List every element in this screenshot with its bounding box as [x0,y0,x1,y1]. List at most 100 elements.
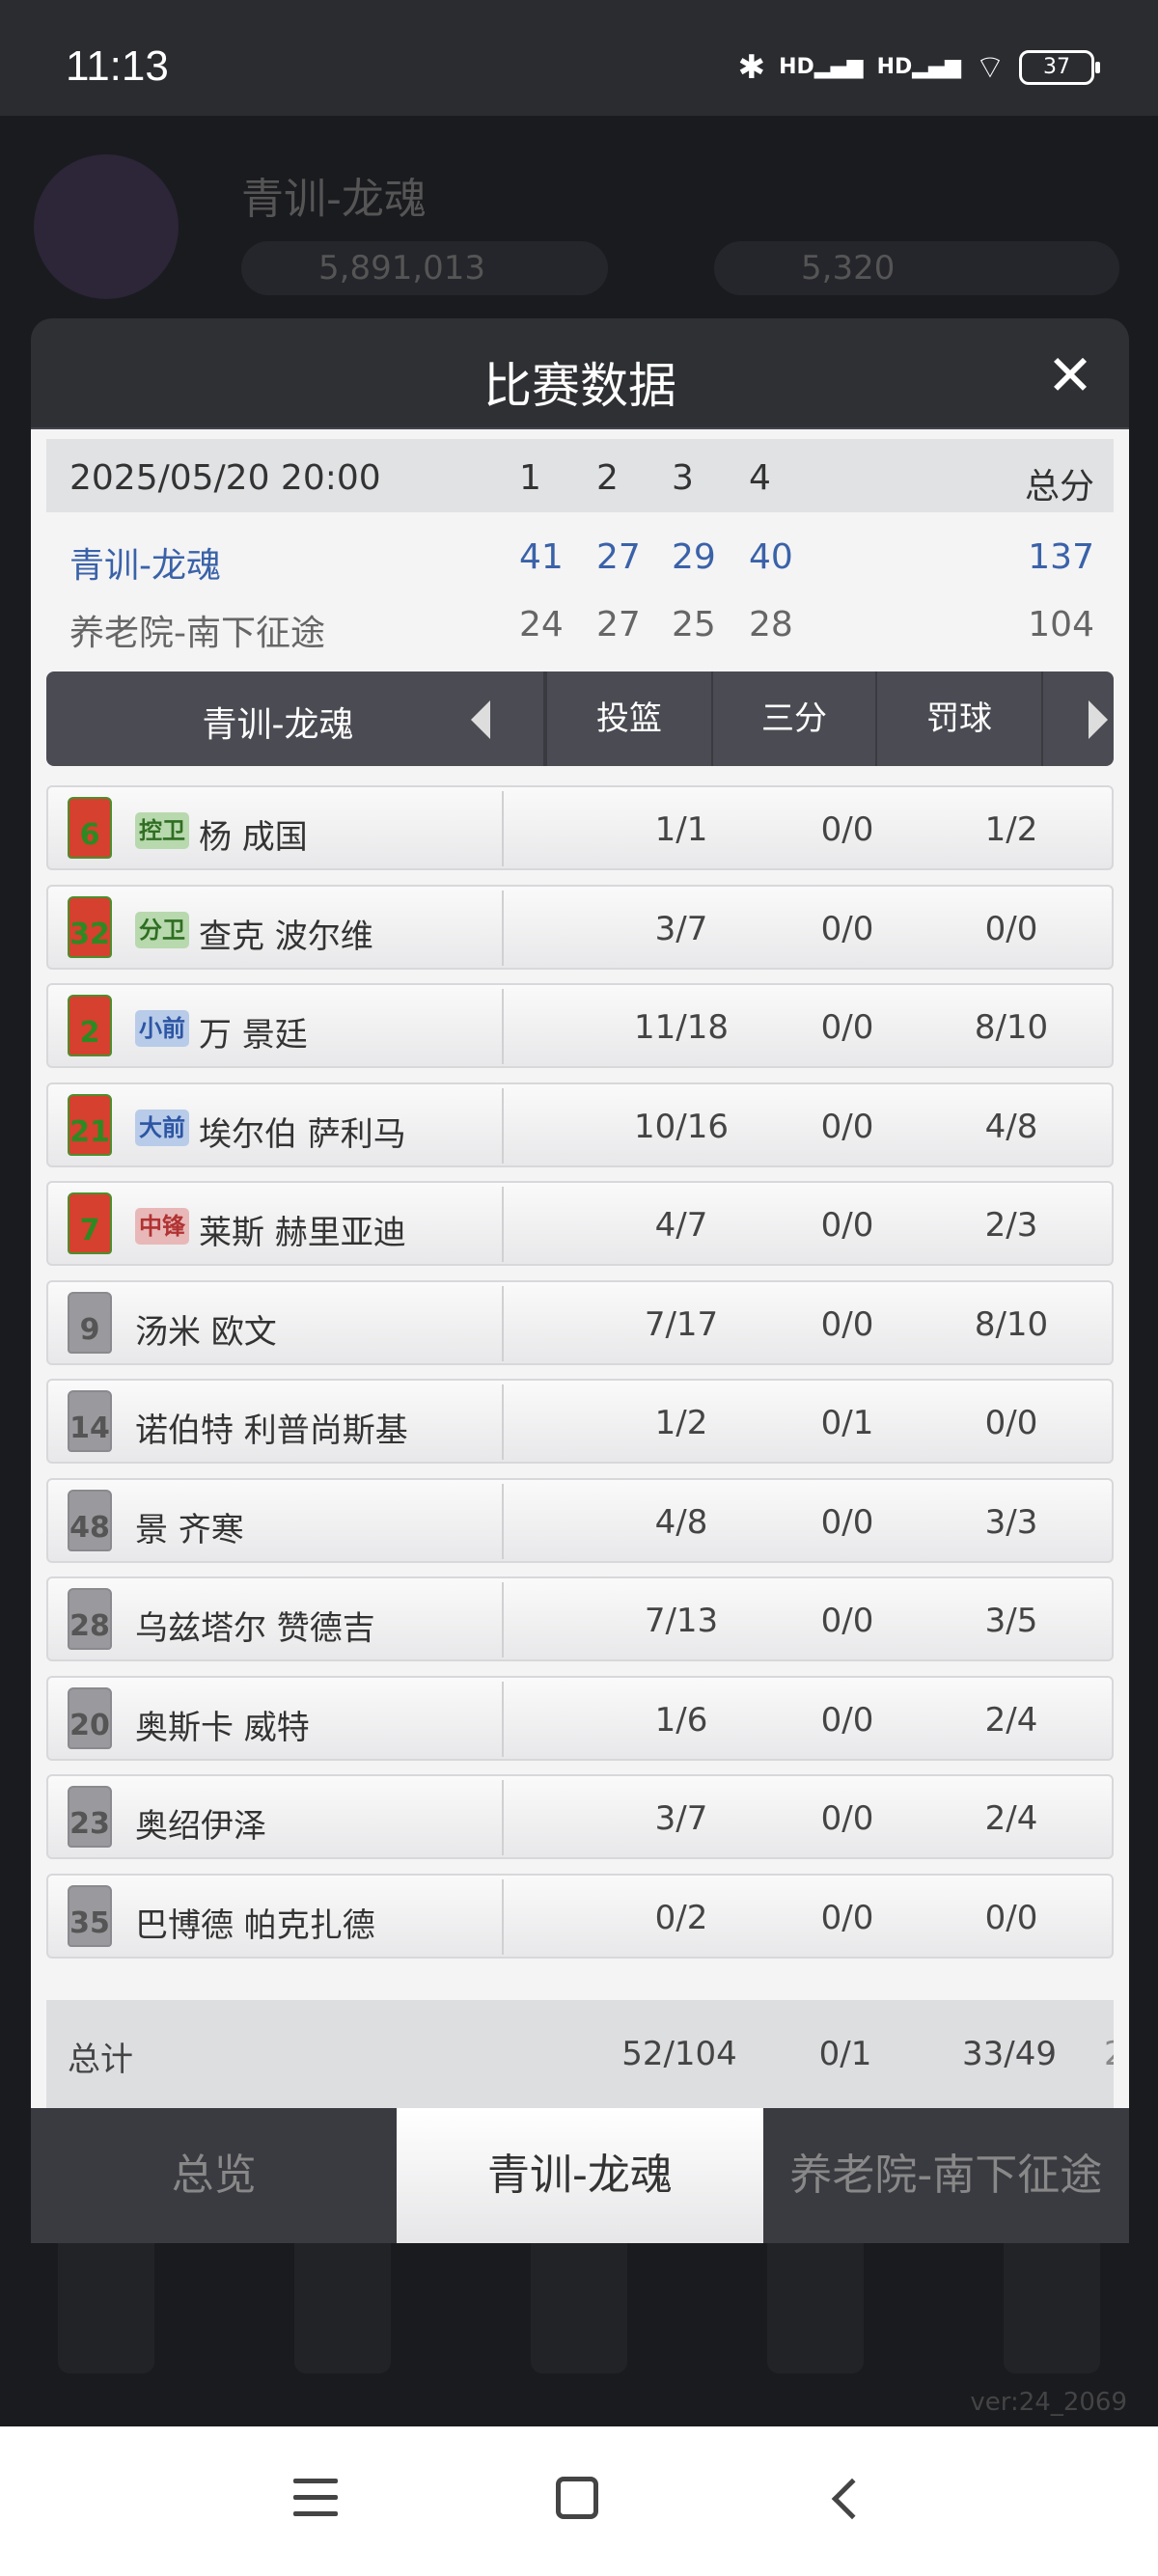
battery-icon: 37 [1019,49,1100,85]
tab-overview[interactable]: 总览 [31,2108,398,2243]
player-row[interactable]: 32 分卫 查克 波尔维 3/7 0/0 0/0 [46,885,1114,970]
close-button[interactable]: ✕ [1042,347,1098,403]
background-nav [58,2229,1100,2373]
tab-away-team[interactable]: 养老院-南下征途 [762,2108,1129,2243]
away-q3: 25 [672,605,716,644]
player-name: 景 齐寒 [135,1511,244,1549]
home-team-name: 青训-龙魂 [69,546,221,586]
player-name: 乌兹塔尔 赞德吉 [135,1609,375,1648]
stat-ft: 0/0 [984,1899,1038,1937]
row-divider [502,891,504,966]
stat-3pt: 0/0 [820,1305,874,1344]
tab-home-team[interactable]: 青训-龙魂 [397,2108,763,2243]
totals-3pt: 0/1 [818,2035,872,2073]
player-row[interactable]: 23 奥绍伊泽 3/7 0/0 2/4 [46,1774,1114,1859]
stat-ft: 1/2 [984,810,1038,849]
signal-icon-2: HD▂▄▆ [876,55,962,79]
row-divider [502,1484,504,1559]
player-row[interactable]: 7 中锋 莱斯 赫里亚迪 4/7 0/0 2/3 [46,1181,1114,1266]
jersey-icon: 6 [68,797,112,859]
dialog-title: 比赛数据 [483,358,676,414]
dialog-body: 2025/05/20 20:00 1 2 3 4 总分 青训-龙魂 41 27 … [31,429,1129,2108]
stat-fg: 1/6 [654,1701,708,1740]
player-row[interactable]: 35 巴博德 帕克扎德 0/2 0/0 0/0 [46,1874,1114,1959]
next-arrow-icon[interactable] [1089,700,1108,739]
jersey-icon: 28 [68,1588,112,1650]
stat-fg: 4/7 [654,1206,708,1245]
player-row[interactable]: 20 奥斯卡 威特 1/6 0/0 2/4 [46,1676,1114,1761]
player-row[interactable]: 6 控卫杨 成国 1/1 0/0 1/2 [46,785,1114,870]
jersey-icon: 23 [68,1786,112,1848]
stat-fg: 4/8 [654,1503,708,1542]
stat-fg: 0/2 [654,1899,708,1937]
stats-table-header: 青训-龙魂 投篮 三分 罚球 [46,671,1114,766]
stat-fg: 7/13 [644,1602,719,1640]
player-name: 查克 波尔维 [199,918,373,956]
row-divider [502,1879,504,1955]
stats-team-name: 青训-龙魂 [202,705,354,745]
totals-clipped: 2 [1104,2035,1114,2073]
stat-fg: 3/7 [654,910,708,948]
player-row[interactable]: 48 景 齐寒 4/8 0/0 3/3 [46,1478,1114,1563]
player-row[interactable]: 9 汤米 欧文 7/17 0/0 8/10 [46,1280,1114,1365]
back-icon[interactable] [831,2478,873,2520]
col-3pt: 三分 [711,671,875,766]
home-q1: 41 [519,537,564,577]
nav-item [294,2229,391,2373]
player-row[interactable]: 21 大前 埃尔伯 萨利马 10/16 0/0 4/8 [46,1082,1114,1167]
position-badge: 中锋 [135,1208,189,1245]
away-q4: 28 [749,605,793,644]
home-q4: 40 [749,537,793,577]
prev-arrow-icon[interactable] [471,700,490,739]
stat-fg: 1/2 [654,1404,708,1442]
totals-row: 总计 52/104 0/1 33/49 2 [46,2000,1114,2108]
home-icon[interactable] [556,2477,598,2519]
clock: 11:13 [66,42,169,90]
stat-fg: 11/18 [634,1008,729,1047]
jersey-icon: 20 [68,1687,112,1749]
home-q2: 27 [596,537,641,577]
wifi-icon: ⌔ [975,48,1006,87]
away-score-row: 养老院-南下征途 24 27 25 28 104 [46,591,1114,655]
stat-fg: 10/16 [634,1108,729,1146]
jersey-icon: 7 [68,1192,112,1254]
system-nav-bar [0,2426,1158,2576]
column-divider [1041,671,1080,766]
stat-fg: 3/7 [654,1799,708,1838]
stat-ft: 2/4 [984,1799,1038,1838]
position-badge: 分卫 [135,912,189,948]
row-divider [502,1682,504,1757]
stat-ft: 3/3 [984,1503,1038,1542]
gem-counter: 5,320 [714,241,1119,295]
stat-ft: 0/0 [984,1404,1038,1442]
team-avatar [34,154,179,299]
player-row[interactable]: 14 诺伯特 利普尚斯基 1/2 0/1 0/0 [46,1379,1114,1464]
jersey-icon: 2 [68,995,112,1056]
player-name: 汤米 欧文 [135,1313,277,1352]
totals-fg: 52/104 [621,2035,737,2073]
stat-3pt: 0/0 [820,1206,874,1245]
status-icons: ✱ HD▂▄▆ HD▂▄▆ ⌔ 37 [738,46,1100,88]
jersey-icon: 9 [68,1292,112,1354]
jersey-icon: 35 [68,1885,112,1947]
away-q1: 24 [519,605,564,644]
jersey-icon: 32 [68,896,112,958]
jersey-icon: 21 [68,1094,112,1156]
player-row[interactable]: 2 小前万 景廷 11/18 0/0 8/10 [46,983,1114,1068]
position-badge: 小前 [135,1010,189,1047]
stat-3pt: 0/0 [820,1008,874,1047]
total-label: 总分 [1024,467,1094,507]
nav-item [1004,2229,1100,2373]
home-q3: 29 [672,537,716,577]
player-row[interactable]: 28 乌兹塔尔 赞德吉 7/13 0/0 3/5 [46,1576,1114,1661]
row-divider [502,1582,504,1658]
dialog-header: 比赛数据 ✕ [31,318,1129,429]
signal-icon: HD▂▄▆ [779,55,864,79]
stat-ft: 8/10 [974,1008,1049,1047]
coin-counter: 5,891,013 [241,241,608,295]
menu-icon[interactable] [293,2479,338,2517]
version-label: ver:24_2069 [970,2388,1127,2417]
row-divider [502,1187,504,1262]
totals-ft: 33/49 [962,2035,1057,2073]
stat-ft: 2/4 [984,1701,1038,1740]
